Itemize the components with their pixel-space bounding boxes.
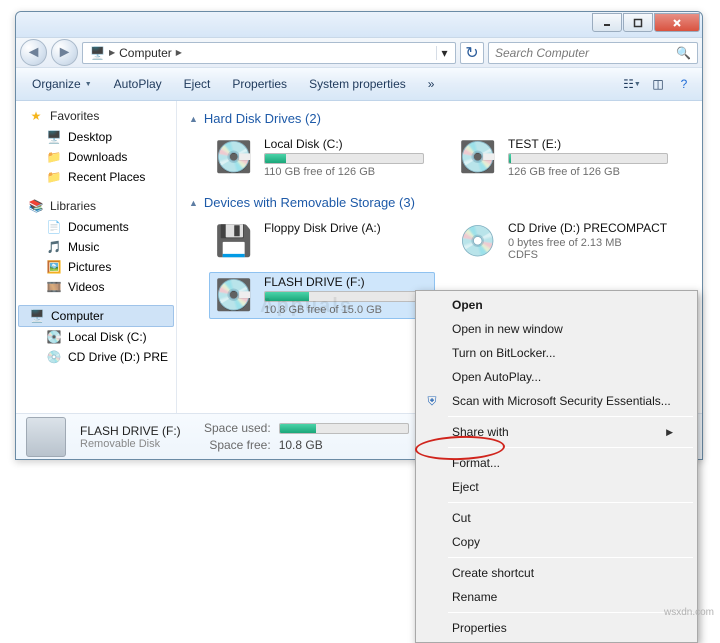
chevron-down-icon: ▼	[85, 81, 92, 88]
drive-test-e[interactable]: 💽 TEST (E:) 126 GB free of 126 GB	[453, 134, 679, 181]
back-button[interactable]: ◄	[20, 39, 47, 66]
organize-button[interactable]: Organize▼	[22, 73, 102, 95]
floppy-icon: 💾	[212, 221, 256, 261]
preview-pane-button[interactable]: ◫	[646, 72, 670, 96]
nav-local-disk[interactable]: 💽Local Disk (C:)	[16, 327, 176, 347]
star-icon: ★	[28, 108, 44, 124]
ctx-format[interactable]: Format...	[418, 451, 695, 475]
view-button[interactable]: ☷ ▼	[620, 72, 644, 96]
ctx-open-new-window[interactable]: Open in new window	[418, 317, 695, 341]
disc-icon: 💿	[46, 349, 62, 365]
nav-documents[interactable]: 📄Documents	[16, 217, 176, 237]
ctx-properties[interactable]: Properties	[418, 616, 695, 640]
ctx-share-with[interactable]: Share with▶	[418, 420, 695, 444]
drive-cd-d[interactable]: 💿 CD Drive (D:) PRECOMPACT 0 bytes free …	[453, 218, 679, 264]
nav-cd-drive[interactable]: 💿CD Drive (D:) PRE	[16, 347, 176, 367]
nav-desktop[interactable]: 🖥️Desktop	[16, 127, 176, 147]
eject-button[interactable]: Eject	[174, 73, 221, 95]
drive-flash-f[interactable]: 💽 FLASH DRIVE (F:) 10.8 GB free of 15.0 …	[209, 272, 435, 319]
nav-downloads[interactable]: 📁Downloads	[16, 147, 176, 167]
nav-pictures[interactable]: 🖼️Pictures	[16, 257, 176, 277]
submenu-arrow-icon: ▶	[666, 427, 673, 438]
collapse-icon: ▲	[189, 114, 198, 124]
collapse-icon: ▲	[189, 198, 198, 208]
nav-computer[interactable]: 🖥️Computer	[18, 305, 174, 327]
recent-icon: 📁	[46, 169, 62, 185]
group-hdd[interactable]: ▲Hard Disk Drives (2)	[187, 107, 692, 130]
close-button[interactable]	[654, 13, 700, 32]
favorites-group[interactable]: ★Favorites	[16, 105, 176, 127]
used-bar	[279, 423, 409, 434]
system-properties-button[interactable]: System properties	[299, 73, 416, 95]
chevron-right-icon: ▶	[176, 48, 182, 57]
autoplay-button[interactable]: AutoPlay	[104, 73, 172, 95]
music-icon: 🎵	[46, 239, 62, 255]
capacity-bar	[264, 153, 424, 164]
nav-videos[interactable]: 🎞️Videos	[16, 277, 176, 297]
search-placeholder: Search Computer	[495, 46, 589, 60]
shield-icon: ⛨	[424, 394, 440, 409]
usb-drive-icon	[26, 417, 66, 457]
address-bar: ◄ ► 🖥️ ▶ Computer ▶ ▾ ↻ Search Computer …	[16, 38, 702, 68]
properties-button[interactable]: Properties	[222, 73, 297, 95]
capacity-bar	[264, 291, 424, 302]
ctx-rename[interactable]: Rename	[418, 585, 695, 609]
ctx-scan-mse[interactable]: ⛨Scan with Microsoft Security Essentials…	[418, 389, 695, 413]
drive-local-c[interactable]: 💽 Local Disk (C:) 110 GB free of 126 GB	[209, 134, 435, 181]
drive-icon: 💽	[212, 137, 256, 177]
folder-icon: 📁	[46, 149, 62, 165]
ctx-autoplay[interactable]: Open AutoPlay...	[418, 365, 695, 389]
nav-music[interactable]: 🎵Music	[16, 237, 176, 257]
nav-recent[interactable]: 📁Recent Places	[16, 167, 176, 187]
drive-icon: 💽	[46, 329, 62, 345]
ctx-copy[interactable]: Copy	[418, 530, 695, 554]
status-name: FLASH DRIVE (F:)	[80, 424, 181, 438]
command-bar: Organize▼ AutoPlay Eject Properties Syst…	[16, 68, 702, 101]
search-icon: 🔍	[676, 46, 691, 60]
ctx-bitlocker[interactable]: Turn on BitLocker...	[418, 341, 695, 365]
libraries-icon: 📚	[28, 198, 44, 214]
usb-drive-icon: 💽	[212, 275, 256, 315]
breadcrumb[interactable]: 🖥️ ▶ Computer ▶ ▾	[82, 42, 456, 64]
ctx-eject[interactable]: Eject	[418, 475, 695, 499]
titlebar	[16, 12, 702, 38]
status-type: Removable Disk	[80, 438, 181, 450]
ctx-open[interactable]: Open	[418, 293, 695, 317]
computer-icon: 🖥️	[29, 308, 45, 324]
ctx-cut[interactable]: Cut	[418, 506, 695, 530]
ctx-create-shortcut[interactable]: Create shortcut	[418, 561, 695, 585]
drive-icon: 💽	[456, 137, 500, 177]
pictures-icon: 🖼️	[46, 259, 62, 275]
videos-icon: 🎞️	[46, 279, 62, 295]
drive-floppy-a[interactable]: 💾 Floppy Disk Drive (A:)	[209, 218, 435, 264]
context-menu: Open Open in new window Turn on BitLocke…	[415, 290, 698, 643]
forward-button[interactable]: ►	[51, 39, 78, 66]
documents-icon: 📄	[46, 219, 62, 235]
group-removable[interactable]: ▲Devices with Removable Storage (3)	[187, 191, 692, 214]
computer-icon: 🖥️	[86, 46, 109, 60]
navigation-pane: ★Favorites 🖥️Desktop 📁Downloads 📁Recent …	[16, 101, 177, 413]
search-input[interactable]: Search Computer 🔍	[488, 42, 698, 64]
libraries-group[interactable]: 📚Libraries	[16, 195, 176, 217]
source-credit: wsxdn.com	[664, 607, 714, 618]
disc-icon: 💿	[456, 221, 500, 261]
crumb-computer[interactable]: Computer	[115, 46, 176, 60]
maximize-button[interactable]	[623, 13, 653, 32]
address-dropdown[interactable]: ▾	[436, 46, 452, 60]
minimize-button[interactable]	[592, 13, 622, 32]
refresh-button[interactable]: ↻	[460, 42, 484, 64]
desktop-icon: 🖥️	[46, 129, 62, 145]
overflow-button[interactable]: »	[418, 73, 445, 95]
capacity-bar	[508, 153, 668, 164]
help-button[interactable]: ?	[672, 72, 696, 96]
